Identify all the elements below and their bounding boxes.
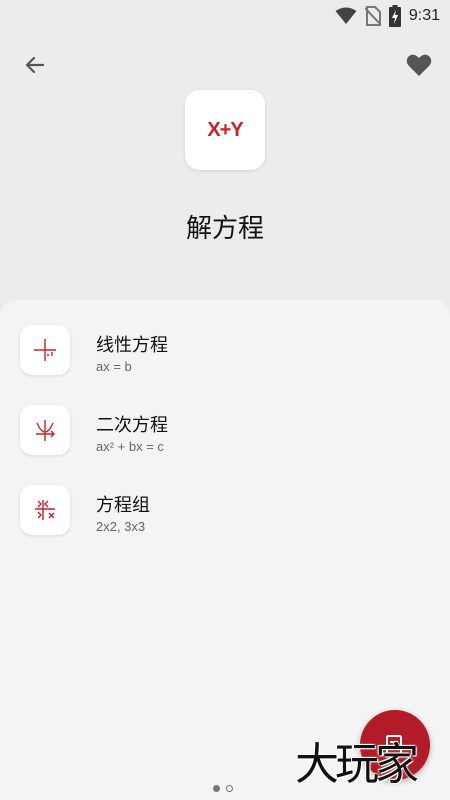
page-title: 解方程 [185,214,264,244]
page-dot [226,785,233,792]
back-button[interactable] [18,48,52,82]
watermark: 大玩家 [295,739,419,790]
heart-icon [406,53,432,77]
status-time: 9:31 [408,7,440,24]
list-item-title: 二次方程 [96,415,168,436]
app-logo-text: X+Y [207,118,243,141]
list-item-title: 方程组 [96,495,150,516]
no-sim-icon [364,6,381,26]
page-indicator [213,785,233,792]
list-item-quadratic-equation[interactable]: 二次方程 ax² + bx = c [20,405,430,457]
status-icons: 9:31 [335,5,440,27]
linear-graph-icon [20,325,70,375]
battery-charging-icon [388,5,401,27]
parabola-icon [20,405,70,455]
favorite-button[interactable] [402,48,436,82]
list-item-subtitle: ax = b [96,359,132,374]
list-item-linear-equation[interactable]: 线性方程 ax = b [20,325,430,377]
list-item-title: 线性方程 [96,335,168,356]
wifi-icon [335,7,357,25]
system-arrows-icon [20,485,70,535]
list-item-subtitle: ax² + bx = c [96,439,164,454]
arrow-left-icon [23,53,47,77]
page-dot-active [213,785,220,792]
list-item-system-of-equations[interactable]: 方程组 2x2, 3x3 [20,485,430,537]
status-bar: 9:31 [0,0,450,32]
app-logo: X+Y [185,90,265,170]
list-item-subtitle: 2x2, 3x3 [96,519,146,534]
